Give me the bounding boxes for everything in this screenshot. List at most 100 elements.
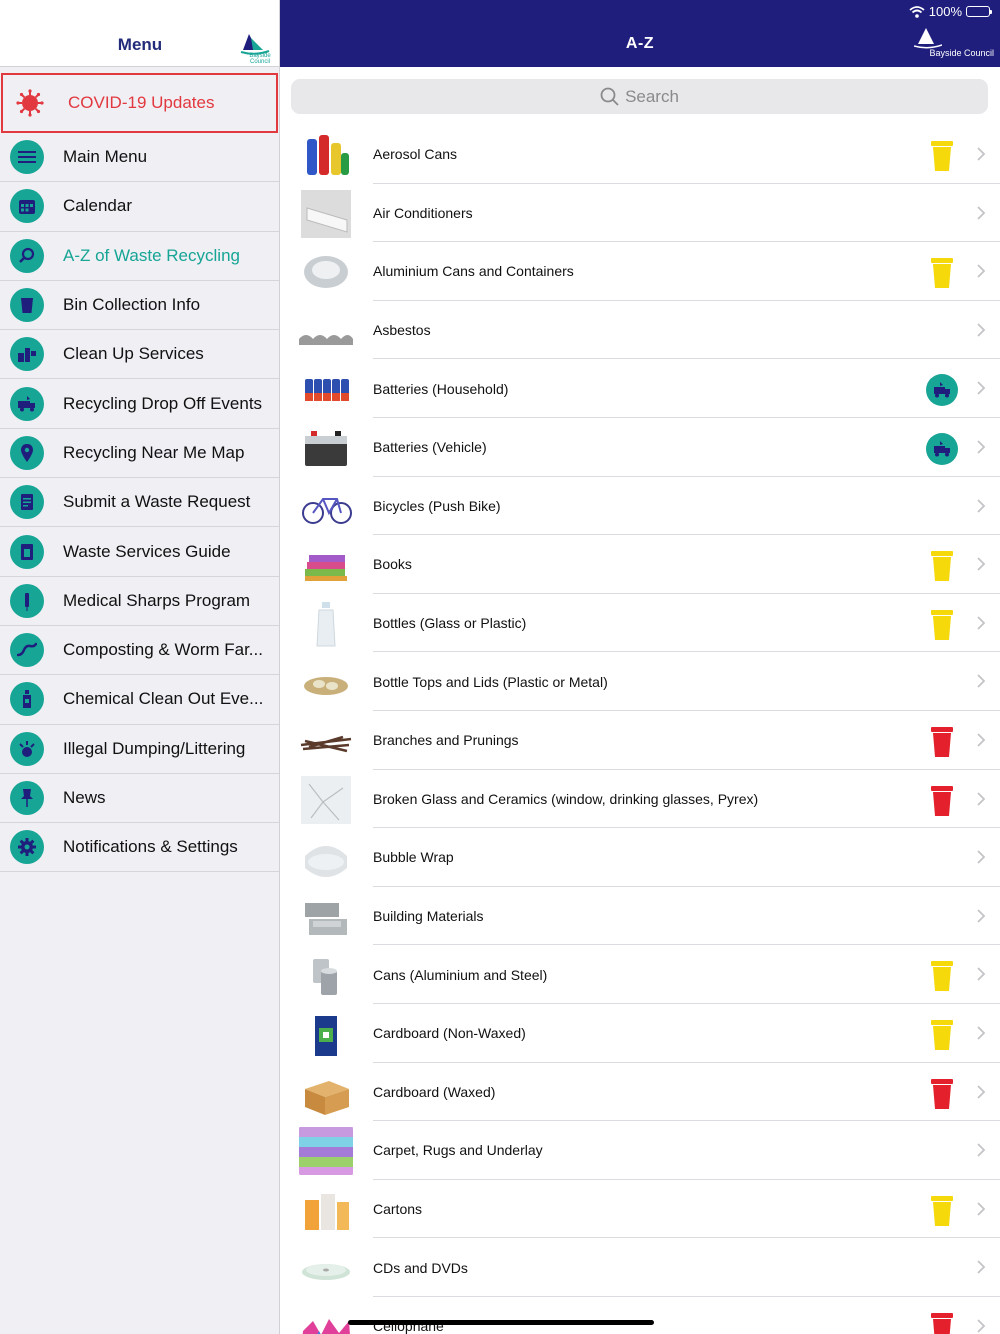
list-item-label: Broken Glass and Ceramics (window, drink… xyxy=(373,790,759,807)
sidebar-item-submit-a-waste-request[interactable]: Submit a Waste Request xyxy=(0,478,279,528)
list-item[interactable]: Cardboard (Non-Waxed) xyxy=(280,1004,1000,1063)
list-item-label: Bicycles (Push Bike) xyxy=(373,497,501,514)
bin-icon xyxy=(10,288,44,323)
sidebar-item-label: Clean Up Services xyxy=(63,344,204,364)
sidebar-item-clean-up-services[interactable]: Clean Up Services xyxy=(0,330,279,380)
sidebar-item-recycling-drop-off-events[interactable]: Recycling Drop Off Events xyxy=(0,379,279,429)
map-pin-icon xyxy=(10,435,44,470)
list-item[interactable]: Broken Glass and Ceramics (window, drink… xyxy=(280,770,1000,829)
list-item[interactable]: Building Materials xyxy=(280,887,1000,946)
bottle-tops-thumb xyxy=(304,677,348,696)
search-area: Search xyxy=(280,67,1000,125)
nav-bar: 100% A-Z Bayside Council xyxy=(280,0,1000,67)
list-item[interactable]: Aerosol Cans xyxy=(280,125,1000,184)
sidebar-item-covid-19-updates[interactable]: COVID-19 Updates xyxy=(1,73,278,133)
sidebar-item-waste-services-guide[interactable]: Waste Services Guide xyxy=(0,527,279,577)
search-icon xyxy=(600,87,619,106)
list-item[interactable]: CDs and DVDs xyxy=(280,1238,1000,1297)
chevron-right-icon xyxy=(977,381,986,396)
chevron-right-icon xyxy=(977,791,986,806)
list-item-label: Cartons xyxy=(373,1200,423,1217)
status-bar: 100% xyxy=(909,4,992,19)
list-item[interactable]: Cellophane xyxy=(280,1297,1000,1334)
chemical-bottle-icon xyxy=(10,682,44,717)
yellow-bin-icon xyxy=(924,607,960,643)
sidebar-menu-list: COVID-19 Updates Main Menu Calendar A-Z of … xyxy=(0,73,279,873)
sidebar-item-label: Medical Sharps Program xyxy=(63,590,251,610)
sidebar-item-label: Notifications & Settings xyxy=(63,837,238,857)
list-item[interactable]: Carpet, Rugs and Underlay xyxy=(280,1121,1000,1180)
sidebar-item-chemical-clean-out-eve[interactable]: Chemical Clean Out Eve... xyxy=(0,675,279,725)
list-item[interactable]: Bottles (Glass or Plastic) xyxy=(280,594,1000,653)
sidebar-item-illegal-dumping-littering[interactable]: Illegal Dumping/Littering xyxy=(0,725,279,774)
battery-percent: 100% xyxy=(928,4,962,19)
yellow-bin-icon xyxy=(924,1017,960,1053)
pin-icon xyxy=(10,781,44,815)
list-item-label: Batteries (Vehicle) xyxy=(373,439,487,456)
sidebar-item-label: A-Z of Waste Recycling xyxy=(63,245,240,265)
broken-glass-thumb xyxy=(301,775,351,824)
list-item[interactable]: Batteries (Vehicle) xyxy=(280,418,1000,477)
sidebar-item-label: Illegal Dumping/Littering xyxy=(63,738,246,758)
red-bin-icon xyxy=(924,1076,960,1112)
list-item[interactable]: Cans (Aluminium and Steel) xyxy=(280,945,1000,1004)
sidebar-item-composting-worm-far[interactable]: Composting & Worm Far... xyxy=(0,626,279,676)
chevron-right-icon xyxy=(977,674,986,688)
list-item[interactable]: Asbestos xyxy=(280,301,1000,360)
chevron-right-icon xyxy=(977,1260,986,1274)
az-list: Aerosol Cans Air Conditioners Aluminium Ca… xyxy=(280,125,1000,1334)
chevron-right-icon xyxy=(977,323,986,337)
worm-icon xyxy=(10,633,44,668)
sidebar-item-medical-sharps-program[interactable]: Medical Sharps Program xyxy=(0,577,279,626)
sidebar-item-calendar[interactable]: Calendar xyxy=(0,182,279,232)
chevron-right-icon xyxy=(977,909,986,923)
list-item[interactable]: Branches and Prunings xyxy=(280,711,1000,770)
yellow-bin-icon xyxy=(924,958,960,994)
sidebar-item-recycling-near-me-map[interactable]: Recycling Near Me Map xyxy=(0,429,279,479)
drop-off-truck-icon xyxy=(924,431,960,467)
sharps-icon xyxy=(10,583,44,618)
sidebar-item-notifications-settings[interactable]: Notifications & Settings xyxy=(0,823,279,873)
household-batteries-thumb xyxy=(305,379,349,402)
sidebar-item-label: Chemical Clean Out Eve... xyxy=(63,689,264,709)
carpet-thumb xyxy=(299,1127,353,1176)
air-conditioner-thumb xyxy=(301,189,351,238)
bicycle-thumb xyxy=(302,497,352,524)
waxed-box-thumb xyxy=(305,1080,349,1115)
sidebar-item-label: Recycling Drop Off Events xyxy=(63,393,263,413)
red-bin-icon xyxy=(924,1310,960,1334)
chevron-right-icon xyxy=(977,205,986,220)
sidebar-item-main-menu[interactable]: Main Menu xyxy=(0,133,279,183)
list-item[interactable]: Batteries (Household) xyxy=(280,359,1000,418)
chevron-right-icon xyxy=(977,147,986,161)
chevron-right-icon xyxy=(977,264,986,278)
chevron-right-icon xyxy=(977,850,986,864)
list-item[interactable]: Books xyxy=(280,535,1000,594)
sidebar-item-label: Composting & Worm Far... xyxy=(63,640,263,660)
bayside-sail-icon xyxy=(914,28,942,49)
form-icon xyxy=(10,485,44,520)
cardboard-box-thumb xyxy=(315,1015,337,1056)
list-item[interactable]: Air Conditioners xyxy=(280,184,1000,243)
bubble-wrap-thumb xyxy=(305,846,347,878)
list-item-label: Branches and Prunings xyxy=(373,732,519,749)
sidebar-menu: Menu Bayside Council COVID-19 Updates Mai… xyxy=(0,0,280,1334)
list-item[interactable]: Cardboard (Waxed) xyxy=(280,1063,1000,1122)
list-item[interactable]: Bottle Tops and Lids (Plastic or Metal) xyxy=(280,652,1000,711)
list-item[interactable]: Bubble Wrap xyxy=(280,828,1000,887)
list-item[interactable]: Bicycles (Push Bike) xyxy=(280,477,1000,536)
list-item-label: Bubble Wrap xyxy=(373,849,454,866)
dumping-icon xyxy=(10,731,44,766)
search-bar[interactable]: Search xyxy=(291,79,988,114)
menu-lines-icon xyxy=(10,140,44,175)
drop-off-truck-icon xyxy=(924,372,960,408)
list-item[interactable]: Cartons xyxy=(280,1180,1000,1239)
bottle-thumb xyxy=(316,601,336,647)
chevron-right-icon xyxy=(977,498,986,513)
chevron-right-icon xyxy=(977,1319,986,1333)
list-item[interactable]: Aluminium Cans and Containers xyxy=(280,242,1000,301)
sidebar-item-bin-collection-info[interactable]: Bin Collection Info xyxy=(0,281,279,331)
sidebar-item-a-z-of-waste-recycling[interactable]: A-Z of Waste Recycling xyxy=(0,232,279,281)
app-root: Menu Bayside Council COVID-19 Updates Mai… xyxy=(0,0,1000,1334)
sidebar-item-news[interactable]: News xyxy=(0,774,279,824)
